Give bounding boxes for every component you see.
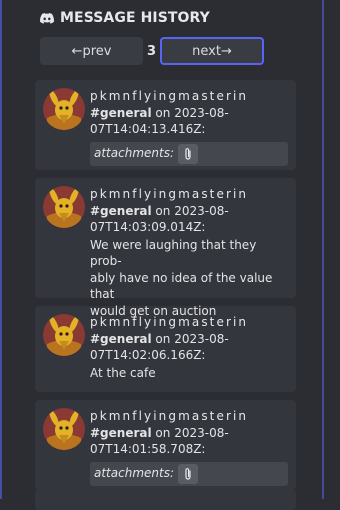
attachments-row: attachments:	[90, 141, 288, 166]
on-label: on	[155, 203, 171, 218]
message-text-line: ably have no idea of the value that	[90, 270, 273, 302]
attachments-row: attachments:	[90, 461, 288, 486]
timestamp-part1: 2023-08-	[174, 331, 229, 346]
on-label: on	[155, 331, 171, 346]
message-author: pkmnflyingmasterin	[90, 187, 249, 201]
message-card: pkmnflyingmasterin #general on 2023-08- …	[35, 80, 296, 170]
message-author: pkmnflyingmasterin	[90, 89, 249, 103]
next-page-button[interactable]: next→	[160, 37, 264, 65]
panel-header: MESSAGE HISTORY	[40, 10, 210, 26]
discord-icon	[40, 12, 54, 24]
message-body: pkmnflyingmasterin #general on 2023-08- …	[90, 314, 288, 384]
pagination: ←prev 3 next→	[40, 37, 264, 65]
timestamp-part2: 07T14:03:09.014Z:	[90, 220, 206, 234]
avatar	[43, 88, 85, 130]
channel-name[interactable]: #general	[90, 332, 152, 346]
prev-page-button[interactable]: ←prev	[40, 37, 143, 65]
attachments-label: attachments:	[94, 146, 174, 161]
attachments-label: attachments:	[94, 466, 174, 481]
message-text: We were laughing that they prob- ably ha…	[90, 237, 288, 320]
message-list: pkmnflyingmasterin #general on 2023-08- …	[35, 80, 296, 498]
right-border	[322, 0, 324, 499]
panel-title: MESSAGE HISTORY	[60, 10, 210, 26]
on-label: on	[155, 425, 171, 440]
on-label: on	[155, 105, 171, 120]
message-text-line: We were laughing that they prob-	[90, 237, 257, 269]
channel-name[interactable]: #general	[90, 426, 152, 440]
channel-name[interactable]: #general	[90, 204, 152, 218]
message-meta: #general on 2023-08-	[90, 331, 288, 348]
message-body: pkmnflyingmasterin #general on 2023-08- …	[90, 408, 288, 486]
timestamp-part2: 07T14:04:13.416Z:	[90, 122, 206, 136]
message-meta: #general on 2023-08-	[90, 425, 288, 442]
message-card: pkmnflyingmasterin #general on 2023-08- …	[35, 178, 296, 318]
message-author: pkmnflyingmasterin	[90, 409, 249, 423]
message-text: At the cafe	[90, 365, 288, 382]
message-card: pkmnflyingmasterin #general on 2023-08- …	[35, 400, 296, 490]
message-author: pkmnflyingmasterin	[90, 315, 249, 329]
message-text-line: At the cafe	[90, 365, 156, 380]
message-body: pkmnflyingmasterin #general on 2023-08- …	[90, 186, 288, 318]
message-body: pkmnflyingmasterin #general on 2023-08- …	[90, 88, 288, 166]
timestamp-part2: 07T14:02:06.166Z:	[90, 348, 206, 362]
timestamp-part2: 07T14:01:58.708Z:	[90, 442, 206, 456]
message-meta: #general on 2023-08-	[90, 203, 288, 220]
timestamp-part1: 2023-08-	[174, 203, 229, 218]
message-card: pkmnflyingmasterin #general on 2023-08- …	[35, 306, 296, 392]
message-meta: #general on 2023-08-	[90, 105, 288, 122]
paperclip-icon[interactable]	[178, 463, 198, 484]
avatar	[43, 314, 85, 356]
channel-name[interactable]: #general	[90, 106, 152, 120]
paperclip-icon[interactable]	[178, 143, 198, 164]
avatar	[43, 408, 85, 450]
left-border	[0, 0, 2, 499]
timestamp-part1: 2023-08-	[174, 105, 229, 120]
message-card-partial	[35, 490, 296, 510]
current-page-number: 3	[146, 43, 157, 59]
timestamp-part1: 2023-08-	[174, 425, 229, 440]
avatar	[43, 186, 85, 228]
